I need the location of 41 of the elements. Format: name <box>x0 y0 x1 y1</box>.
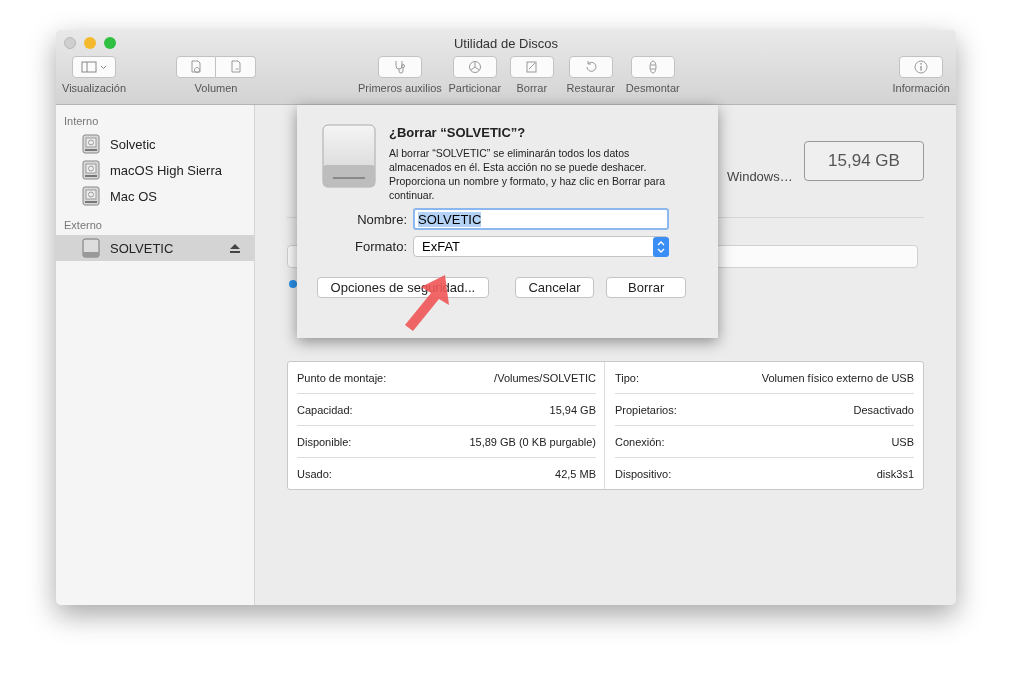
toolbar-label: Primeros auxilios <box>358 82 442 94</box>
info-value: 42,5 MB <box>555 467 596 480</box>
info-label: Disponible: <box>297 435 352 448</box>
section-heading: Interno <box>63 115 100 127</box>
dialog-button[interactable]: Cancelar <box>514 277 595 298</box>
field-label: Nombre: <box>356 211 407 227</box>
info-label: Dispositivo: <box>615 467 672 480</box>
info-value: disk3s1 <box>876 467 914 480</box>
info-label: Capacidad: <box>297 403 353 416</box>
dialog-title: ¿Borrar “SOLVETIC”? <box>389 125 527 140</box>
toolbar-label: Particionar <box>448 82 502 94</box>
section-heading: Externo <box>63 219 103 231</box>
info-value: 15,94 GB <box>549 403 596 416</box>
toolbar-label: Visualización <box>62 82 126 94</box>
field-label: Formato: <box>354 239 407 254</box>
size-badge: 15,94 GB <box>804 141 924 181</box>
info-value: 15,89 GB (0 KB purgable) <box>469 435 596 448</box>
sidebar-item[interactable]: Mac OS <box>56 183 254 209</box>
info-value: USB <box>891 435 914 448</box>
toolbar-label: Volumen <box>194 82 238 94</box>
info-label: Tipo: <box>615 371 640 384</box>
disk-description: Windows… <box>727 169 793 184</box>
sidebar-item[interactable]: macOS High Sierra <box>56 157 254 183</box>
toolbar-label: Desmontar <box>625 82 680 94</box>
window-title: Utilidad de Discos <box>453 35 558 51</box>
toolbar-label: Borrar <box>516 82 548 94</box>
format-dropdown[interactable]: ExFAT <box>413 236 669 257</box>
name-field[interactable]: SOLVETIC <box>413 208 669 230</box>
toolbar-label: Información <box>892 82 950 94</box>
info-value: Desactivado <box>853 403 914 416</box>
dialog-button[interactable]: Borrar <box>606 277 686 298</box>
dialog-message: Al borrar “SOLVETIC” se eliminarán todos los datos almacenados en él. Esta acción no se puede deshacer. Proporciona un nombre y formato, y haz clic en Borrar para continuar. <box>389 146 667 202</box>
sidebar-item[interactable]: Solvetic <box>56 131 254 157</box>
info-value: Volumen físico externo de USB <box>761 371 914 384</box>
info-label: Punto de montaje: <box>297 371 387 384</box>
info-label: Usado: <box>297 467 332 480</box>
sidebar-item[interactable]: SOLVETIC <box>56 235 254 261</box>
info-label: Conexión: <box>615 435 665 448</box>
toolbar-label: Restaurar <box>566 82 615 94</box>
info-value: /Volumes/SOLVETIC <box>494 371 596 384</box>
info-label: Propietarios: <box>615 403 677 416</box>
